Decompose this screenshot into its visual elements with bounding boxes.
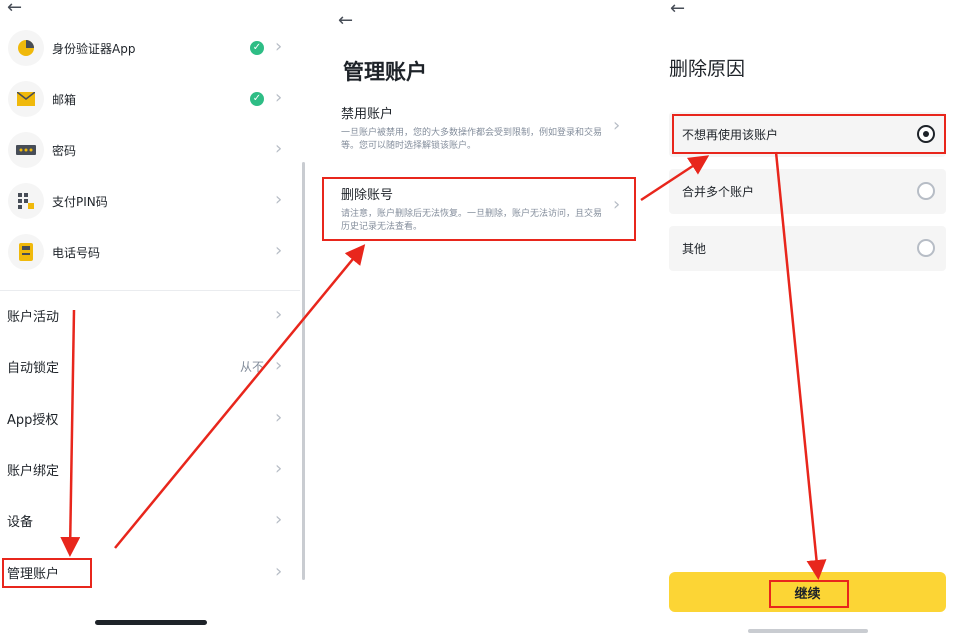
chevron-right-icon: › <box>275 561 283 582</box>
verified-check-icon: ✓ <box>250 92 264 106</box>
security-item-phone[interactable]: 电话号码 › <box>0 227 295 277</box>
phone-icon <box>8 234 44 270</box>
chevron-right-icon: › <box>275 36 283 57</box>
chevron-right-icon: › <box>275 355 283 376</box>
security-item-label: 邮箱 <box>52 92 77 107</box>
reason-label: 其他 <box>682 242 707 256</box>
highlight-box <box>322 177 636 241</box>
mail-icon <box>8 81 44 117</box>
chevron-right-icon: › <box>275 87 283 108</box>
authenticator-icon <box>8 30 44 66</box>
scrollbar[interactable] <box>302 162 305 580</box>
security-item-label: 电话号码 <box>52 245 101 260</box>
security-item-pin[interactable]: 支付PIN码 › <box>0 176 295 226</box>
security-item-label: 密码 <box>52 143 77 158</box>
menu-item-account-binding[interactable]: 账户绑定 › <box>0 449 295 489</box>
menu-item-label: 账户绑定 <box>7 463 60 479</box>
arrow-left-icon[interactable]: ← <box>338 12 353 30</box>
menu-item-label: App授权 <box>7 412 59 428</box>
highlight-box <box>672 114 946 154</box>
chevron-right-icon: › <box>275 138 283 159</box>
radio-unselected-icon[interactable] <box>917 182 935 200</box>
option-disable-account[interactable]: 禁用账户 一旦账户被禁用，您的大多数操作都会受到限制，例如登录和交易等。您可以随… <box>341 103 631 153</box>
reason-label: 合并多个账户 <box>682 185 755 199</box>
reason-option[interactable]: 其他 <box>669 226 946 271</box>
auto-lock-value: 从不 <box>240 359 265 374</box>
security-item-password[interactable]: 密码 › <box>0 125 295 175</box>
chevron-right-icon: › <box>275 240 283 261</box>
security-item-label: 支付PIN码 <box>52 194 108 209</box>
radio-unselected-icon[interactable] <box>917 239 935 257</box>
page-title: 管理账户 <box>343 60 427 84</box>
highlight-box <box>2 558 92 588</box>
arrow-left-icon[interactable]: ← <box>7 0 22 17</box>
chevron-right-icon: › <box>275 407 283 428</box>
chevron-right-icon: › <box>275 509 283 530</box>
arrow-left-icon[interactable]: ← <box>670 0 685 18</box>
home-indicator <box>748 629 868 633</box>
reason-option[interactable]: 合并多个账户 <box>669 169 946 214</box>
chevron-right-icon: › <box>275 304 283 325</box>
page-title: 删除原因 <box>669 58 746 80</box>
security-item-authenticator[interactable]: 身份验证器App ✓ › <box>0 23 295 73</box>
security-panel: ← 身份验证器App ✓ › 邮箱 ✓ › 密码 › 支付PIN码 › 电话号码… <box>0 0 305 635</box>
option-title: 禁用账户 <box>341 107 394 122</box>
delete-reason-panel: ← 删除原因 不想再使用该账户 合并多个账户 其他 继续 <box>650 0 977 635</box>
menu-item-auto-lock[interactable]: 自动锁定 从不 › <box>0 346 295 386</box>
chevron-right-icon: › <box>613 115 621 136</box>
security-item-label: 身份验证器App <box>52 41 136 56</box>
menu-item-label: 自动锁定 <box>7 360 60 376</box>
home-indicator <box>95 620 207 625</box>
menu-item-devices[interactable]: 设备 › <box>0 500 295 540</box>
chevron-right-icon: › <box>275 189 283 210</box>
password-icon <box>8 132 44 168</box>
security-item-email[interactable]: 邮箱 ✓ › <box>0 74 295 124</box>
option-description: 一旦账户被禁用，您的大多数操作都会受到限制，例如登录和交易等。您可以随时选择解锁… <box>341 128 603 151</box>
menu-item-label: 设备 <box>7 514 34 530</box>
verified-check-icon: ✓ <box>250 41 264 55</box>
divider <box>0 290 300 291</box>
menu-item-app-authorization[interactable]: App授权 › <box>0 398 295 438</box>
pin-icon <box>8 183 44 219</box>
menu-item-label: 账户活动 <box>7 309 60 325</box>
manage-account-panel: ← 管理账户 禁用账户 一旦账户被禁用，您的大多数操作都会受到限制，例如登录和交… <box>318 0 648 635</box>
menu-item-account-activity[interactable]: 账户活动 › <box>0 295 295 335</box>
chevron-right-icon: › <box>275 458 283 479</box>
highlight-box <box>769 580 849 608</box>
